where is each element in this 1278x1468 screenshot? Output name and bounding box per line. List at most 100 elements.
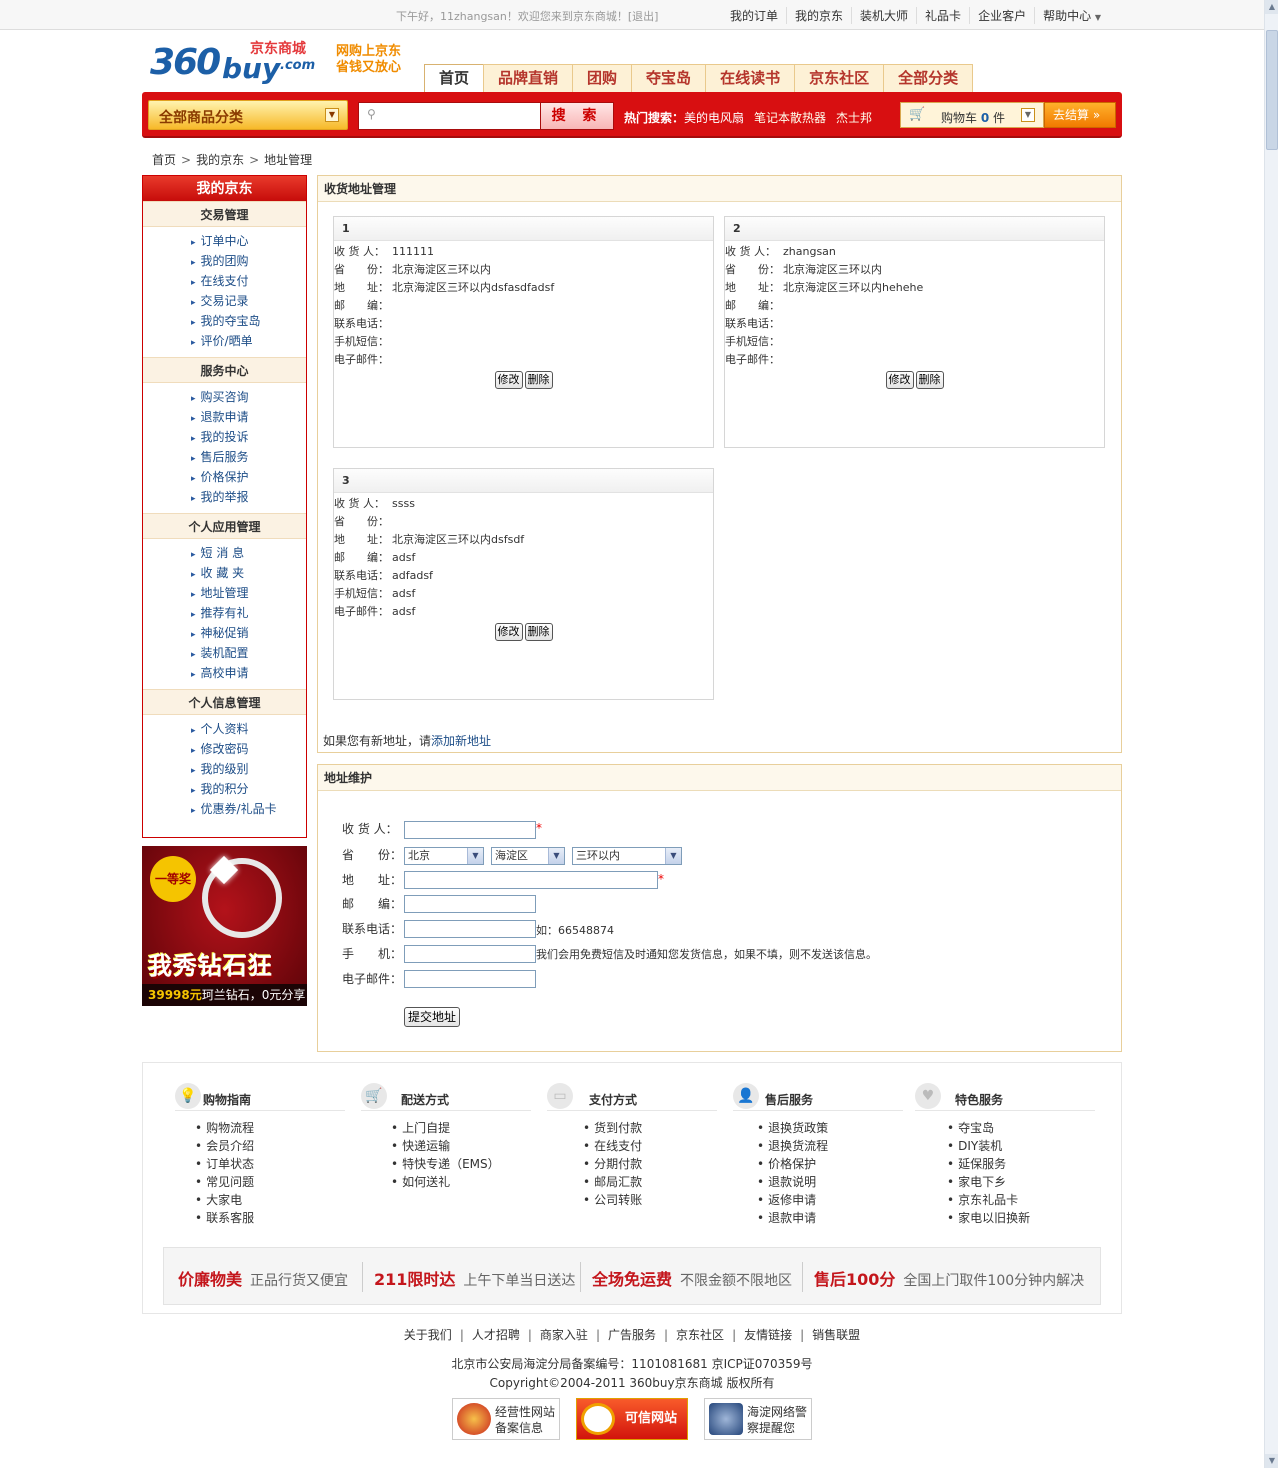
footer-link[interactable]: 商家入驻 xyxy=(532,1328,596,1342)
help-link[interactable]: 返修申请 xyxy=(757,1191,903,1209)
sidebar-item-price-protect[interactable]: 价格保护 xyxy=(191,467,306,487)
help-link[interactable]: 公司转账 xyxy=(583,1191,717,1209)
edit-button[interactable]: 修改 xyxy=(494,371,523,389)
top-link-gift-card[interactable]: 礼品卡 xyxy=(916,7,969,24)
edit-button[interactable]: 修改 xyxy=(494,623,523,641)
sidebar-item-reviews[interactable]: 评价/晒单 xyxy=(191,331,306,351)
sidebar-item-orders[interactable]: 订单中心 xyxy=(191,231,306,251)
nav-tab-books[interactable]: 在线读书 xyxy=(705,64,796,92)
delete-button[interactable]: 删除 xyxy=(915,371,944,389)
sidebar-item-report[interactable]: 我的举报 xyxy=(191,487,306,507)
province-select[interactable]: 北京 ▼ xyxy=(404,847,484,865)
add-address-link[interactable]: 添加新地址 xyxy=(431,734,491,748)
footer-link[interactable]: 广告服务 xyxy=(600,1328,664,1342)
help-link[interactable]: 分期付款 xyxy=(583,1155,717,1173)
promo-banner[interactable]: 一等奖 我秀钻石狂 39998元珂兰钻石，0元分享 xyxy=(142,846,307,1006)
nav-tab-brand[interactable]: 品牌直销 xyxy=(483,64,574,92)
help-link[interactable]: 联系客服 xyxy=(195,1209,345,1227)
sidebar-item-password[interactable]: 修改密码 xyxy=(191,739,306,759)
search-button[interactable]: 搜 索 xyxy=(540,102,614,130)
help-link[interactable]: 退换货政策 xyxy=(757,1119,903,1137)
edit-button[interactable]: 修改 xyxy=(885,371,914,389)
nav-tab-group-buy[interactable]: 团购 xyxy=(572,64,633,92)
sidebar-item-pc-config[interactable]: 装机配置 xyxy=(191,643,306,663)
email-input[interactable] xyxy=(404,970,536,988)
sidebar-item-treasure[interactable]: 我的夺宝岛 xyxy=(191,311,306,331)
help-link[interactable]: 延保服务 xyxy=(947,1155,1095,1173)
top-link-pc-build[interactable]: 装机大师 xyxy=(851,7,916,24)
scroll-up-icon[interactable]: ▲ xyxy=(1265,0,1278,14)
help-link[interactable]: 京东礼品卡 xyxy=(947,1191,1095,1209)
nav-tab-home[interactable]: 首页 xyxy=(424,64,485,92)
top-link-my-jd[interactable]: 我的京东 xyxy=(786,7,851,24)
hot-search-item[interactable]: 笔记本散热器 xyxy=(754,111,826,125)
trust-badge[interactable]: 可信网站 xyxy=(576,1398,688,1440)
sidebar-item-coupons[interactable]: 优惠券/礼品卡 xyxy=(191,799,306,819)
help-link[interactable]: 特快专递（EMS） xyxy=(391,1155,531,1173)
help-link[interactable]: 夺宝岛 xyxy=(947,1119,1095,1137)
address-input[interactable] xyxy=(404,871,658,889)
sidebar-item-messages[interactable]: 短 消 息 xyxy=(191,543,306,563)
footer-link[interactable]: 销售联盟 xyxy=(804,1328,868,1342)
breadcrumb-home[interactable]: 首页 xyxy=(152,153,176,167)
nav-tab-all[interactable]: 全部分类 xyxy=(883,64,974,92)
checkout-button[interactable]: 去结算 » xyxy=(1044,102,1116,128)
sidebar-item-address[interactable]: 地址管理 xyxy=(191,583,306,603)
trust-badge[interactable]: 经营性网站 备案信息 xyxy=(452,1398,560,1440)
zip-input[interactable] xyxy=(404,895,536,913)
top-link-enterprise[interactable]: 企业客户 xyxy=(969,7,1034,24)
help-link[interactable]: 邮局汇款 xyxy=(583,1173,717,1191)
submit-address-button[interactable]: 提交地址 xyxy=(404,1007,461,1027)
help-link[interactable]: 大家电 xyxy=(195,1191,345,1209)
nav-tab-community[interactable]: 京东社区 xyxy=(794,64,885,92)
help-link[interactable]: 快递运输 xyxy=(391,1137,531,1155)
sidebar-item-points[interactable]: 我的积分 xyxy=(191,779,306,799)
hot-search-item[interactable]: 美的电风扇 xyxy=(684,111,744,125)
scroll-thumb[interactable] xyxy=(1266,30,1278,150)
sidebar-item-favorites[interactable]: 收 藏 夹 xyxy=(191,563,306,583)
search-input[interactable]: ⚲ xyxy=(358,102,542,130)
help-link[interactable]: 家电下乡 xyxy=(947,1173,1095,1191)
footer-link[interactable]: 人才招聘 xyxy=(464,1328,528,1342)
help-link[interactable]: 会员介绍 xyxy=(195,1137,345,1155)
vertical-scrollbar[interactable]: ▲ ▼ xyxy=(1264,0,1278,1468)
help-link[interactable]: 价格保护 xyxy=(757,1155,903,1173)
help-link[interactable]: 退换货流程 xyxy=(757,1137,903,1155)
sidebar-item-campus[interactable]: 高校申请 xyxy=(191,663,306,683)
help-link[interactable]: 退款申请 xyxy=(757,1209,903,1227)
trust-badge[interactable]: 海淀网络警 察提醒您 xyxy=(704,1398,812,1440)
district-select[interactable]: 海淀区 ▼ xyxy=(491,847,565,865)
help-link[interactable]: 购物流程 xyxy=(195,1119,345,1137)
footer-link[interactable]: 友情链接 xyxy=(736,1328,800,1342)
footer-link[interactable]: 京东社区 xyxy=(668,1328,732,1342)
cart-widget[interactable]: 🛒 购物车 0 件 ▼ xyxy=(900,102,1044,128)
area-select[interactable]: 三环以内 ▼ xyxy=(572,847,682,865)
breadcrumb-my-jd[interactable]: 我的京东 xyxy=(196,153,244,167)
delete-button[interactable]: 删除 xyxy=(524,623,553,641)
sidebar-item-transactions[interactable]: 交易记录 xyxy=(191,291,306,311)
mobile-input[interactable] xyxy=(404,945,536,963)
help-link[interactable]: 货到付款 xyxy=(583,1119,717,1137)
receiver-input[interactable] xyxy=(404,821,536,839)
phone-input[interactable] xyxy=(404,920,536,938)
help-link[interactable]: 常见问题 xyxy=(195,1173,345,1191)
top-link-help[interactable]: 帮助中心 ▼ xyxy=(1034,7,1109,24)
nav-tab-treasure[interactable]: 夺宝岛 xyxy=(631,64,707,92)
top-link-my-orders[interactable]: 我的订单 xyxy=(722,7,786,24)
help-link[interactable]: 家电以旧换新 xyxy=(947,1209,1095,1227)
site-logo[interactable]: 360 buy .com 京东商城 xyxy=(150,38,330,86)
sidebar-item-after-sale[interactable]: 售后服务 xyxy=(191,447,306,467)
sidebar-item-consult[interactable]: 购买咨询 xyxy=(191,387,306,407)
help-link[interactable]: 订单状态 xyxy=(195,1155,345,1173)
sidebar-item-complaints[interactable]: 我的投诉 xyxy=(191,427,306,447)
footer-link[interactable]: 关于我们 xyxy=(396,1328,460,1342)
help-link[interactable]: 在线支付 xyxy=(583,1137,717,1155)
sidebar-item-profile[interactable]: 个人资料 xyxy=(191,719,306,739)
sidebar-item-referral[interactable]: 推荐有礼 xyxy=(191,603,306,623)
sidebar-item-online-pay[interactable]: 在线支付 xyxy=(191,271,306,291)
help-link[interactable]: 如何送礼 xyxy=(391,1173,531,1191)
sidebar-item-mystery[interactable]: 神秘促销 xyxy=(191,623,306,643)
sidebar-item-group-buy[interactable]: 我的团购 xyxy=(191,251,306,271)
sidebar-item-refund[interactable]: 退款申请 xyxy=(191,407,306,427)
category-dropdown[interactable]: 全部商品分类 ▼ xyxy=(148,100,348,130)
